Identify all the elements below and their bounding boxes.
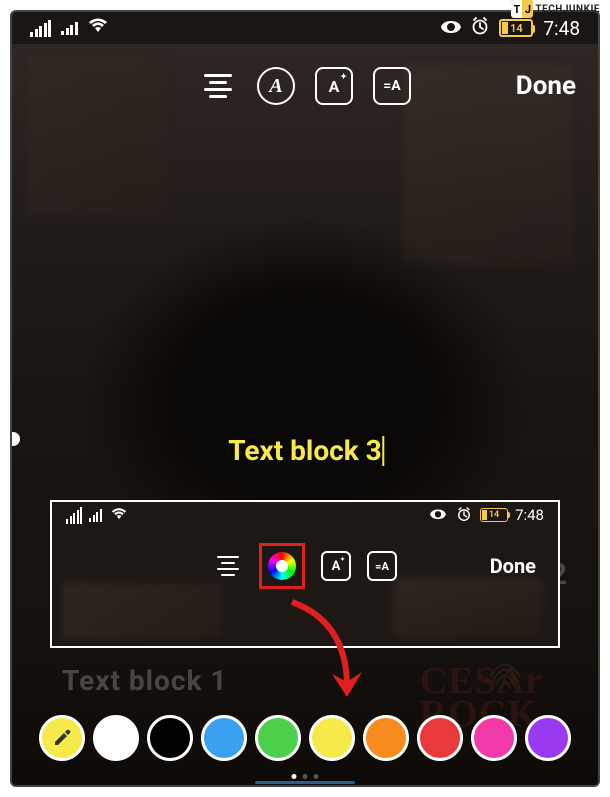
inset-align-button xyxy=(213,551,243,581)
color-swatch-white[interactable] xyxy=(93,715,139,761)
color-picker-highlight xyxy=(259,543,305,589)
inset-effect-button: A ✦ xyxy=(321,551,351,581)
color-swatch-black[interactable] xyxy=(147,715,193,761)
watermark-text: TECHJUNKIE xyxy=(535,4,600,15)
align-center-icon xyxy=(204,74,232,98)
signal-secondary-icon xyxy=(89,509,102,522)
text-block-3[interactable]: Text block 3 xyxy=(228,434,381,467)
color-swatch-yellow[interactable] xyxy=(309,715,355,761)
battery-level: 14 xyxy=(481,509,507,521)
bg-a-icon: =A xyxy=(383,78,400,94)
alarm-icon xyxy=(471,17,489,39)
inset-done-button: Done xyxy=(490,554,536,578)
sparkle-icon: ✦ xyxy=(340,556,345,563)
color-swatch-blue[interactable] xyxy=(201,715,247,761)
battery-icon: 14 xyxy=(499,19,533,37)
color-swatch-green[interactable] xyxy=(255,715,301,761)
text-effect-button[interactable]: A ✦ xyxy=(315,67,353,105)
nav-bar-hint xyxy=(255,781,355,784)
sparkle-icon: ✦ xyxy=(340,72,347,81)
wifi-icon xyxy=(88,18,108,38)
page-indicator xyxy=(292,774,319,779)
battery-icon: 14 xyxy=(480,508,508,522)
inset-bg-button: =A xyxy=(367,551,397,581)
wifi-icon xyxy=(111,507,127,522)
watermark-logo-icon: TJ xyxy=(511,0,533,18)
color-wheel-icon xyxy=(268,552,296,580)
clock: 7:48 xyxy=(543,17,580,40)
font-button[interactable]: A xyxy=(257,67,295,105)
font-a-icon: A xyxy=(269,75,282,98)
app-frame: 14 7:48 A A ✦ =A Done Text block 3 ck 2 … xyxy=(10,10,600,787)
eye-icon xyxy=(430,508,446,522)
bg-a-icon: =A xyxy=(375,560,389,573)
clock: 7:48 xyxy=(515,506,544,524)
color-palette xyxy=(12,713,598,763)
alarm-icon xyxy=(457,507,471,524)
inset-status-bar: 14 7:48 xyxy=(52,502,558,528)
done-button[interactable]: Done xyxy=(516,71,576,101)
signal-icon xyxy=(66,507,82,524)
text-block-1[interactable]: Text block 1 xyxy=(62,664,227,697)
color-swatch-purple[interactable] xyxy=(525,715,571,761)
align-center-icon xyxy=(217,556,239,576)
color-swatch-orange[interactable] xyxy=(363,715,409,761)
inset-screenshot: 14 7:48 A ✦ =A Done xyxy=(50,500,560,648)
watermark: TJ TECHJUNKIE xyxy=(511,0,600,18)
color-swatch-pink[interactable] xyxy=(471,715,517,761)
eyedropper-button[interactable] xyxy=(39,715,85,761)
signal-secondary-icon xyxy=(61,22,78,35)
color-swatch-red[interactable] xyxy=(417,715,463,761)
eye-icon xyxy=(441,19,461,38)
battery-level: 14 xyxy=(501,21,531,35)
effect-a-icon: A xyxy=(329,77,340,96)
align-button[interactable] xyxy=(199,67,237,105)
inset-toolbar: A ✦ =A Done xyxy=(52,536,558,596)
eyedropper-icon xyxy=(51,727,73,749)
text-background-button[interactable]: =A xyxy=(373,67,411,105)
text-edit-toolbar: A A ✦ =A Done xyxy=(12,56,598,116)
status-bar: 14 7:48 xyxy=(12,12,598,44)
signal-icon xyxy=(30,20,51,37)
